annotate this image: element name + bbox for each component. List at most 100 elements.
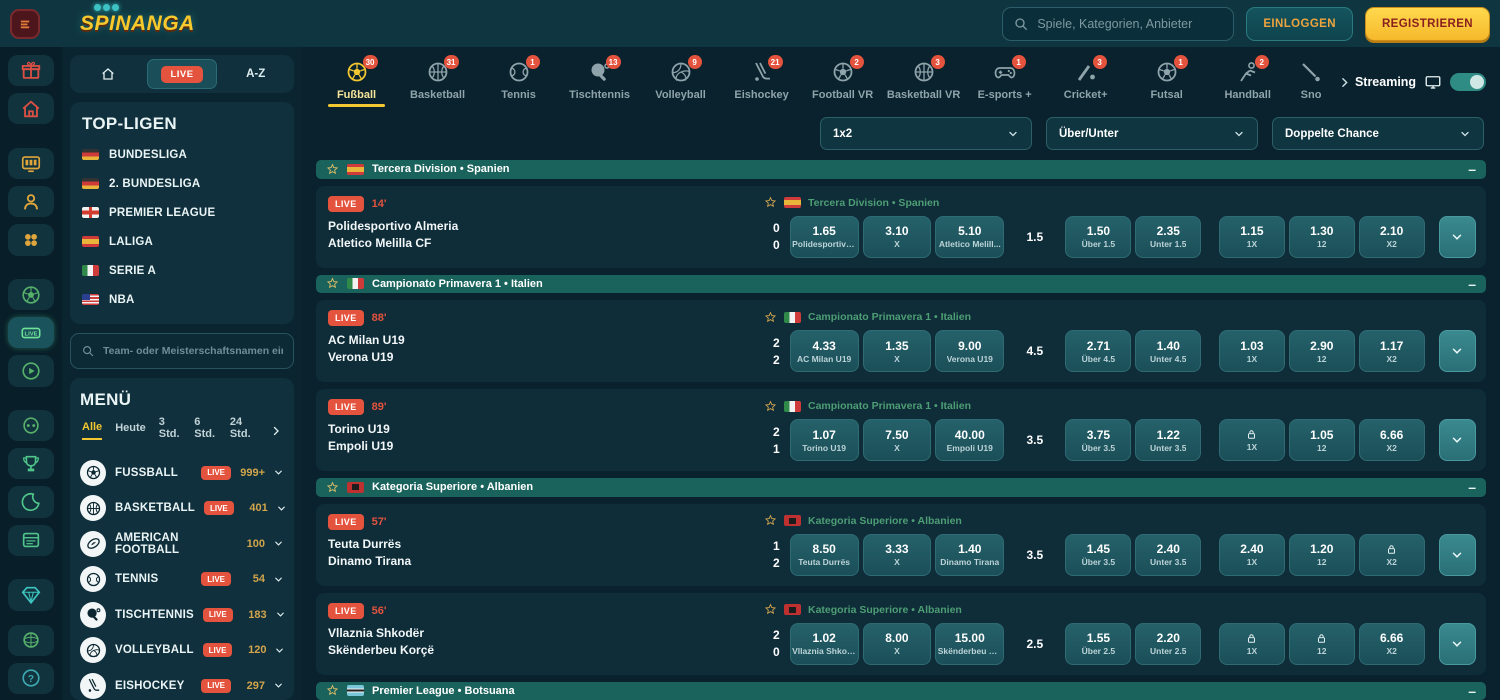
odds-button[interactable]: 1.02 Vllaznia Shkod... [790,623,859,665]
chevron-down-icon[interactable] [273,538,284,549]
rail-item-esports[interactable] [8,410,54,441]
chevron-down-icon[interactable] [275,609,286,620]
league-section-header[interactable]: Campionato Primavera 1 • Italien – [316,275,1486,294]
rail-item-community[interactable] [8,625,54,656]
top-league-item[interactable]: NBA [82,285,282,314]
league-section-header[interactable]: Tercera Division • Spanien – [316,160,1486,179]
odds-button[interactable]: 3.33 X [863,534,932,576]
chevron-down-icon[interactable] [276,503,287,514]
collapse-section-button[interactable]: – [1468,277,1476,291]
expand-match-button[interactable] [1439,419,1476,461]
odds-button[interactable]: 2.40 Unter 3.5 [1135,534,1201,576]
global-search-input[interactable] [1037,17,1223,31]
odds-button[interactable]: 12 [1289,623,1355,665]
chevron-down-icon[interactable] [273,467,284,478]
favorite-star-icon[interactable] [764,603,777,616]
sidebar-tab-home[interactable] [74,59,143,89]
sport-tab-sno[interactable]: Sno [1288,53,1334,101]
match-row[interactable]: LIVE56' Vllaznia Shkodër Skënderbeu Korç… [316,593,1486,675]
top-league-item[interactable]: LALIGA [82,227,282,256]
market-select-1x2[interactable]: 1x2 [820,117,1032,150]
sport-tab-futsal[interactable]: 1 Futsal [1126,53,1207,101]
odds-button[interactable]: 4.33 AC Milan U19 [790,330,859,372]
chevron-down-icon[interactable] [273,574,284,585]
odds-button[interactable]: 8.50 Teuta Durrës [790,534,859,576]
odds-button[interactable]: 8.00 X [863,623,932,665]
sport-tab-handball[interactable]: 2 Handball [1207,53,1288,101]
time-filter-6-std-[interactable]: 6 Std. [194,416,217,445]
odds-button[interactable]: 6.66 X2 [1359,419,1425,461]
odds-button[interactable]: 1.22 Unter 3.5 [1135,419,1201,461]
odds-button[interactable]: 5.10 Atletico Melill... [935,216,1004,258]
rail-item-vip[interactable] [8,579,54,610]
match-league-link[interactable]: Kategoria Superiore • Albanien [808,604,962,616]
odds-button[interactable]: 40.00 Empoli U19 [935,419,1004,461]
odds-button[interactable]: 1.40 Dinamo Tirana [935,534,1004,576]
odds-button[interactable]: 1.50 Über 1.5 [1065,216,1131,258]
favorite-star-icon[interactable] [326,481,339,494]
rail-item-tournaments[interactable] [8,448,54,479]
collapse-section-button[interactable]: – [1468,162,1476,176]
team-search[interactable] [70,333,294,369]
time-filter-3-std-[interactable]: 3 Std. [159,416,182,445]
match-league-link[interactable]: Campionato Primavera 1 • Italien [808,400,971,412]
rail-item-sports[interactable] [8,279,54,310]
rail-item-live-casino[interactable] [8,186,54,217]
rail-item-slots[interactable] [8,148,54,179]
team-search-input[interactable] [103,345,283,357]
expand-match-button[interactable] [1439,216,1476,258]
rail-item-results[interactable] [8,525,54,556]
rail-item-games[interactable] [8,224,54,255]
odds-button[interactable]: 2.20 Unter 2.5 [1135,623,1201,665]
odds-button[interactable]: 1.30 12 [1289,216,1355,258]
expand-match-button[interactable] [1439,534,1476,576]
odds-button[interactable]: 2.71 Über 4.5 [1065,330,1131,372]
favorite-star-icon[interactable] [326,684,339,697]
odds-button[interactable]: 1.20 12 [1289,534,1355,576]
odds-button[interactable]: 1X [1219,419,1285,461]
top-league-item[interactable]: PREMIER LEAGUE [82,198,282,227]
top-league-item[interactable]: BUNDESLIGA [82,140,282,169]
sport-menu-item[interactable]: FUSSBALL LIVE 999+ [80,455,284,491]
league-section-header[interactable]: Kategoria Superiore • Albanien – [316,478,1486,497]
sport-tab-fu-ball[interactable]: 30 Fußball [316,53,397,101]
time-filter-alle[interactable]: Alle [82,421,102,440]
sidebar-tab-az[interactable]: A-Z [221,59,290,89]
odds-button[interactable]: 2.90 12 [1289,330,1355,372]
odds-button[interactable]: 1.45 Über 3.5 [1065,534,1131,576]
odds-button[interactable]: 15.00 Skënderbeu K... [935,623,1004,665]
match-league-link[interactable]: Campionato Primavera 1 • Italien [808,311,971,323]
login-button[interactable]: EINLOGGEN [1246,7,1353,41]
top-league-item[interactable]: SERIE A [82,256,282,285]
rail-item-live-sports[interactable]: LIVE [8,317,54,348]
sport-tab-cricket-[interactable]: 3 Cricket+ [1045,53,1126,101]
odds-button[interactable]: 7.50 X [863,419,932,461]
match-league-link[interactable]: Tercera Division • Spanien [808,197,939,209]
market-select-doppelte-chance[interactable]: Doppelte Chance [1272,117,1484,150]
sport-menu-item[interactable]: BASKETBALL LIVE 401 [80,491,284,527]
sport-menu-item[interactable]: EISHOCKEY LIVE 297 [80,668,284,700]
chevron-down-icon[interactable] [273,680,284,691]
global-search[interactable] [1002,7,1234,41]
odds-button[interactable]: 2.10 X2 [1359,216,1425,258]
streaming-toggle[interactable] [1450,73,1486,91]
sport-tab-basketball-vr[interactable]: 3 Basketball VR [883,53,964,101]
menu-toggle-button[interactable] [10,9,40,39]
odds-button[interactable]: 2.35 Unter 1.5 [1135,216,1201,258]
rail-item-promotions[interactable] [8,55,54,86]
league-section-header[interactable]: Premier League • Botsuana – [316,682,1486,700]
odds-button[interactable]: 9.00 Verona U19 [935,330,1004,372]
market-select--ber-unter[interactable]: Über/Unter [1046,117,1258,150]
match-row[interactable]: LIVE14' Polidesportivo Almeria Atletico … [316,186,1486,268]
favorite-star-icon[interactable] [764,196,777,209]
sport-menu-item[interactable]: AMERICAN FOOTBALL 100 [80,526,284,562]
time-filter-more-button[interactable] [270,425,282,437]
expand-match-button[interactable] [1439,330,1476,372]
odds-button[interactable]: 1.35 X [863,330,932,372]
favorite-star-icon[interactable] [326,163,339,176]
odds-button[interactable]: 1.07 Torino U19 [790,419,859,461]
favorite-star-icon[interactable] [764,311,777,324]
favorite-star-icon[interactable] [326,277,339,290]
odds-button[interactable]: 2.40 1X [1219,534,1285,576]
tabs-scroll-right-button[interactable] [1338,76,1351,89]
